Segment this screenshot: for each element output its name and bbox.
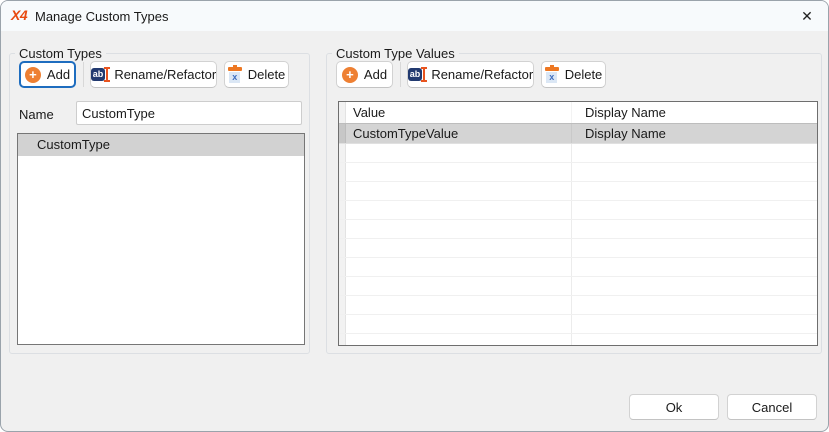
row-selector-cell: [339, 163, 346, 181]
table-empty-row[interactable]: [339, 239, 817, 258]
close-button[interactable]: ✕: [793, 4, 821, 28]
delete-button-label: Delete: [248, 67, 286, 82]
row-selector-cell: [339, 182, 346, 200]
ok-button[interactable]: Ok: [629, 394, 719, 420]
value-cell: [346, 239, 572, 257]
value-cell: [346, 296, 572, 314]
app-logo: X4: [11, 7, 27, 23]
row-selector-cell: [339, 201, 346, 219]
table-empty-row[interactable]: [339, 296, 817, 315]
table-empty-row[interactable]: [339, 201, 817, 220]
display-name-cell: [572, 296, 817, 314]
custom-type-values-table: Value Display Name CustomTypeValueDispla…: [338, 101, 818, 346]
custom-types-list[interactable]: CustomType: [17, 133, 305, 345]
rename-custom-type-button[interactable]: ab Rename/Refactor: [90, 61, 217, 88]
delete-custom-type-button[interactable]: x Delete: [224, 61, 289, 88]
row-selector-cell: [339, 277, 346, 295]
value-cell: [346, 315, 572, 333]
value-cell: [346, 144, 572, 162]
display-name-cell: [572, 163, 817, 181]
table-empty-row[interactable]: [339, 163, 817, 182]
delete-button-label: Delete: [565, 67, 603, 82]
display-name-cell: [572, 258, 817, 276]
table-empty-row[interactable]: [339, 220, 817, 239]
table-empty-row[interactable]: [339, 258, 817, 277]
custom-types-group-label: Custom Types: [15, 45, 106, 62]
display-name-cell: [572, 334, 817, 346]
value-cell: [346, 220, 572, 238]
display-name-cell: [572, 315, 817, 333]
list-item[interactable]: CustomType: [18, 134, 304, 156]
row-selector-cell: [339, 239, 346, 257]
value-cell: [346, 201, 572, 219]
value-cell: [346, 334, 572, 346]
row-selector-cell: [339, 220, 346, 238]
column-header-value[interactable]: Value: [346, 102, 572, 123]
display-name-cell: [572, 277, 817, 295]
add-custom-type-value-button[interactable]: + Add: [336, 61, 393, 88]
row-selector-cell: [339, 258, 346, 276]
display-name-cell: [572, 220, 817, 238]
row-selector-cell: [339, 334, 346, 346]
toolbar-separator: [83, 62, 84, 87]
rename-icon: ab: [408, 67, 426, 82]
add-custom-type-button[interactable]: + Add: [19, 61, 76, 88]
header-selector-cell: [339, 102, 346, 123]
title-bar: X4 Manage Custom Types ✕: [1, 1, 828, 31]
window-title: Manage Custom Types: [35, 9, 168, 24]
value-cell: [346, 277, 572, 295]
delete-custom-type-value-button[interactable]: x Delete: [541, 61, 606, 88]
table-empty-row[interactable]: [339, 334, 817, 346]
add-icon: +: [25, 67, 41, 83]
row-selector-cell: [339, 144, 346, 162]
rename-icon: ab: [91, 67, 109, 82]
table-empty-row[interactable]: [339, 277, 817, 296]
cancel-button[interactable]: Cancel: [727, 394, 817, 420]
table-row[interactable]: CustomTypeValueDisplay Name: [339, 124, 817, 144]
table-header: Value Display Name: [339, 102, 817, 124]
table-empty-row[interactable]: [339, 144, 817, 163]
manage-custom-types-dialog: X4 Manage Custom Types ✕ Custom Types + …: [0, 0, 829, 432]
display-name-cell: Display Name: [572, 124, 817, 143]
table-body: CustomTypeValueDisplay Name: [339, 124, 817, 346]
display-name-cell: [572, 182, 817, 200]
add-button-label: Add: [47, 67, 70, 82]
value-cell: CustomTypeValue: [346, 124, 572, 143]
column-header-display-name[interactable]: Display Name: [572, 102, 817, 123]
display-name-cell: [572, 239, 817, 257]
table-empty-row[interactable]: [339, 315, 817, 334]
name-input[interactable]: [76, 101, 302, 125]
value-cell: [346, 182, 572, 200]
display-name-cell: [572, 144, 817, 162]
add-icon: +: [342, 67, 358, 83]
row-selector-cell: [339, 296, 346, 314]
value-cell: [346, 163, 572, 181]
row-selector-cell: [339, 124, 346, 143]
name-label: Name: [19, 107, 54, 122]
display-name-cell: [572, 201, 817, 219]
rename-button-label: Rename/Refactor: [114, 67, 216, 82]
rename-custom-type-value-button[interactable]: ab Rename/Refactor: [407, 61, 534, 88]
custom-type-values-group-label: Custom Type Values: [332, 45, 459, 62]
table-empty-row[interactable]: [339, 182, 817, 201]
delete-icon: x: [228, 67, 242, 83]
close-icon: ✕: [801, 8, 813, 25]
add-button-label: Add: [364, 67, 387, 82]
value-cell: [346, 258, 572, 276]
rename-button-label: Rename/Refactor: [431, 67, 533, 82]
delete-icon: x: [545, 67, 559, 83]
toolbar-separator: [400, 62, 401, 87]
row-selector-cell: [339, 315, 346, 333]
